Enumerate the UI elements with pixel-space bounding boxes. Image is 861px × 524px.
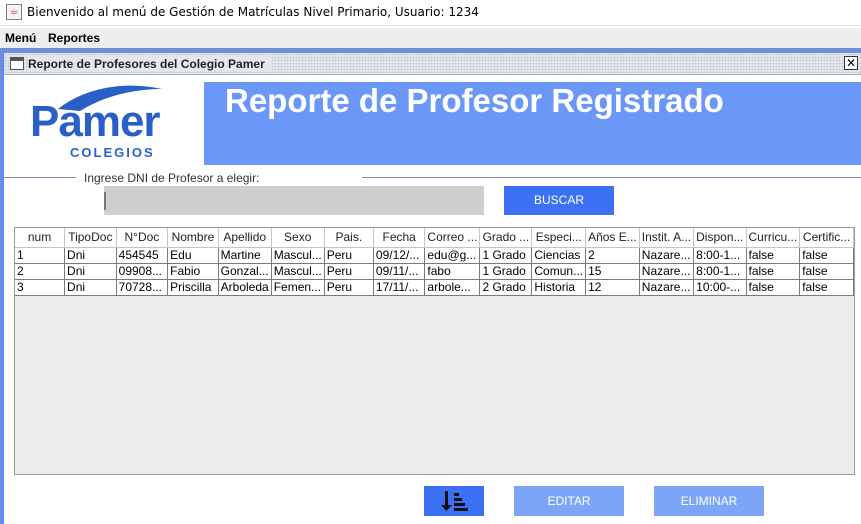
column-header[interactable]: Nombre: [167, 228, 219, 248]
group-border-left: [4, 177, 76, 178]
table-cell[interactable]: 8:00-1...: [693, 247, 747, 264]
column-header[interactable]: Correo ...: [424, 228, 481, 248]
table-header-row: num TipoDoc N°Doc Nombre Apellido Sexo Pais. Fe…: [15, 228, 854, 248]
search-button[interactable]: BUSCAR: [504, 186, 614, 215]
table-row[interactable]: 1 Dni 454545 Edu Martine Mascul... Peru 09/12/.…: [15, 247, 854, 264]
dni-group-label: Ingrese DNI de Profesor a elegir:: [84, 171, 260, 185]
table-cell[interactable]: Mascul...: [271, 263, 325, 280]
column-header[interactable]: Apellido: [218, 228, 272, 248]
edit-button[interactable]: EDITAR: [514, 486, 624, 516]
report-banner: Reporte de Profesor Registrado: [204, 82, 861, 165]
table-cell[interactable]: Comun...: [531, 263, 587, 280]
table-cell[interactable]: Edu: [167, 247, 219, 264]
teachers-table-grid: num TipoDoc N°Doc Nombre Apellido Sexo Pais. Fe…: [15, 228, 854, 296]
text-caret: [104, 192, 106, 210]
table-cell[interactable]: false: [746, 279, 801, 296]
column-header[interactable]: Años E...: [585, 228, 640, 248]
table-cell[interactable]: 09/11/...: [373, 263, 426, 280]
table-cell[interactable]: Ciencias: [531, 247, 587, 264]
table-cell[interactable]: 2 Grado: [479, 279, 533, 296]
internal-frame: Reporte de Profesores del Colegio Pamer …: [2, 53, 861, 524]
column-header[interactable]: Fecha: [373, 228, 426, 248]
dni-input[interactable]: [104, 186, 484, 215]
table-cell[interactable]: Martine: [218, 247, 272, 264]
table-cell[interactable]: 8:00-1...: [693, 263, 747, 280]
column-header[interactable]: Pais.: [324, 228, 374, 248]
menu-item-menu[interactable]: Menú: [5, 31, 36, 45]
table-body: 1 Dni 454545 Edu Martine Mascul... Peru 09/12/.…: [15, 247, 854, 296]
table-cell[interactable]: Mascul...: [271, 247, 325, 264]
group-border-right: [362, 177, 861, 178]
page-title: Reporte de Profesor Registrado: [225, 82, 724, 119]
table-cell[interactable]: false: [799, 263, 854, 280]
table-cell[interactable]: Fabio: [167, 263, 219, 280]
column-header[interactable]: Especi...: [531, 228, 587, 248]
table-cell[interactable]: false: [746, 263, 801, 280]
column-header[interactable]: Instit. A...: [639, 228, 695, 248]
table-row[interactable]: 3 Dni 70728... Priscilla Arboleda Femen... Per…: [15, 279, 854, 296]
window-title: Bienvenido al menú de Gestión de Matrícu…: [27, 5, 479, 19]
table-cell[interactable]: false: [799, 279, 854, 296]
table-cell[interactable]: Nazare...: [639, 279, 695, 296]
table-cell[interactable]: 17/11/...: [373, 279, 426, 296]
table-cell[interactable]: Dni: [64, 247, 117, 264]
sort-descending-icon: [441, 491, 468, 511]
table-cell[interactable]: Priscilla: [167, 279, 219, 296]
table-cell[interactable]: Nazare...: [639, 263, 695, 280]
column-header[interactable]: Dispon...: [693, 228, 747, 248]
table-cell[interactable]: Peru: [324, 247, 374, 264]
table-cell[interactable]: Dni: [64, 279, 117, 296]
table-cell[interactable]: false: [799, 247, 854, 264]
pamer-logo: Pamer COLEGIOS: [16, 83, 196, 163]
table-cell[interactable]: 2: [15, 263, 66, 280]
internal-frame-title: Reporte de Profesores del Colegio Pamer: [28, 57, 271, 71]
table-cell[interactable]: 09/12/...: [373, 247, 426, 264]
logo-wordmark: Pamer: [30, 97, 161, 146]
column-header[interactable]: num: [15, 228, 66, 248]
sort-button[interactable]: [424, 486, 484, 516]
window-titlebar: ☕ Bienvenido al menú de Gestión de Matrí…: [0, 0, 861, 26]
column-header[interactable]: Curricu...: [746, 228, 801, 248]
table-cell[interactable]: 09908...: [116, 263, 169, 280]
menu-item-reportes[interactable]: Reportes: [48, 31, 100, 45]
table-cell[interactable]: Peru: [324, 263, 374, 280]
table-cell[interactable]: Nazare...: [639, 247, 695, 264]
table-cell[interactable]: 454545: [116, 247, 169, 264]
logo-subtitle: COLEGIOS: [70, 145, 155, 160]
table-cell[interactable]: Dni: [64, 263, 117, 280]
table-cell[interactable]: 15: [585, 263, 640, 280]
table-cell[interactable]: 70728...: [116, 279, 169, 296]
window-icon: [10, 57, 24, 70]
table-cell[interactable]: false: [746, 247, 801, 264]
table-cell[interactable]: 12: [585, 279, 640, 296]
table-cell[interactable]: Femen...: [271, 279, 325, 296]
table-cell[interactable]: 1: [15, 247, 66, 264]
java-app-icon: ☕: [6, 4, 22, 20]
column-header[interactable]: N°Doc: [116, 228, 169, 248]
table-cell[interactable]: 3: [15, 279, 66, 296]
table-cell[interactable]: Peru: [324, 279, 374, 296]
column-header[interactable]: Grado ...: [479, 228, 533, 248]
table-cell[interactable]: Historia: [531, 279, 587, 296]
table-cell[interactable]: 10:00-...: [693, 279, 747, 296]
column-header[interactable]: Sexo: [271, 228, 325, 248]
table-cell[interactable]: 2: [585, 247, 640, 264]
table-cell[interactable]: 1 Grado: [479, 247, 533, 264]
table-cell[interactable]: edu@g...: [424, 247, 481, 264]
menubar: Menú Reportes: [0, 28, 861, 48]
table-cell[interactable]: fabo: [424, 263, 481, 280]
column-header[interactable]: Certific...: [799, 228, 854, 248]
delete-button[interactable]: ELIMINAR: [654, 486, 764, 516]
table-cell[interactable]: arbole...: [424, 279, 481, 296]
column-header[interactable]: TipoDoc: [64, 228, 117, 248]
table-cell[interactable]: 1 Grado: [479, 263, 533, 280]
table-cell[interactable]: Arboleda: [218, 279, 272, 296]
internal-frame-titlebar[interactable]: Reporte de Profesores del Colegio Pamer …: [4, 53, 861, 75]
close-icon[interactable]: ✕: [844, 56, 858, 70]
teachers-table[interactable]: num TipoDoc N°Doc Nombre Apellido Sexo Pais. Fe…: [14, 227, 855, 475]
table-row[interactable]: 2 Dni 09908... Fabio Gonzal... Mascul... Peru 0…: [15, 263, 854, 280]
table-cell[interactable]: Gonzal...: [218, 263, 272, 280]
